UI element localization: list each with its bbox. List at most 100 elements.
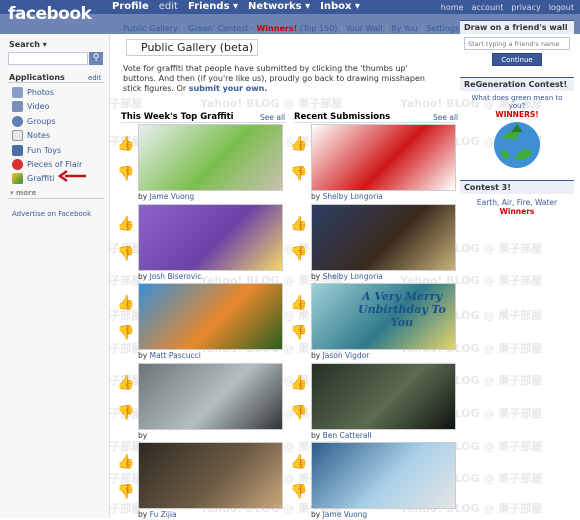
sidebar-item-fun-toys[interactable]: Fun Toys [12,145,61,156]
tab-settings[interactable]: Settings [426,24,459,33]
nav-profile[interactable]: Profile [112,1,149,12]
thumbs-down-icon[interactable]: 👎 [290,166,307,182]
graffiti-entry: 👍 👎 by Josh Biserovic [117,203,283,282]
applications-edit-link[interactable]: edit [88,74,101,82]
vote-buttons: 👍 👎 [290,375,310,435]
author-link[interactable]: Josh Biserovic [150,272,202,281]
recycle-globe-image[interactable] [492,120,542,170]
regen-winners[interactable]: WINNERS! [460,110,574,119]
thumbs-up-icon[interactable]: 👍 [117,216,134,232]
graffiti-image[interactable] [138,203,283,271]
graffiti-image[interactable] [311,124,456,191]
author-link[interactable]: Shelby Longoria [323,272,383,281]
top-see-all-link[interactable]: See all [260,113,285,122]
author-link[interactable]: Ben Catterall [323,431,372,440]
graffiti-entry: 👍 👎 by [117,362,283,441]
graffiti-image[interactable] [138,442,283,509]
author-line: by Jame Vuong [138,192,195,201]
thumbs-up-icon[interactable]: 👍 [290,454,307,470]
author-link[interactable]: Matt Pascucci [150,351,201,360]
thumbs-up-icon[interactable]: 👍 [290,216,307,232]
vote-buttons: 👍 👎 [290,454,310,514]
tab-by-you[interactable]: By You [391,24,418,33]
thumbs-up-icon[interactable]: 👍 [290,136,307,152]
tab-your-wall[interactable]: Your Wall [346,24,382,33]
advertise-link[interactable]: Advertise on Facebook [12,210,91,218]
thumbs-up-icon[interactable]: 👍 [117,375,134,391]
submit-own-link[interactable]: submit your own. [189,84,268,93]
recent-divider [294,122,456,123]
thumbs-down-icon[interactable]: 👎 [117,166,134,182]
thumbs-up-icon[interactable]: 👍 [117,136,134,152]
facebook-logo[interactable]: facebook [8,4,92,24]
search-label[interactable]: Search ▾ [9,40,47,49]
thumbs-down-icon[interactable]: 👎 [117,484,134,500]
author-link[interactable]: Jame Vuong [150,192,195,201]
graffiti-image[interactable] [311,442,456,509]
thumbs-up-icon[interactable]: 👍 [117,295,134,311]
thumbs-up-icon[interactable]: 👍 [290,375,307,391]
nav-networks[interactable]: Networks ▾ [248,1,310,12]
nav-inbox[interactable]: Inbox ▾ [320,1,360,12]
sidebar-item-photos[interactable]: Photos [12,87,54,98]
applications-heading: Applications [9,73,65,82]
nav-logout[interactable]: logout [549,3,574,12]
graffiti-entry: 👍 👎 by Fu Zijia [117,442,283,520]
nav-edit[interactable]: edit [159,1,178,12]
thumbs-down-icon[interactable]: 👎 [290,484,307,500]
author-link[interactable]: Jason Vigdor [323,351,370,360]
sidebar-item-graffiti[interactable]: Graffiti [12,173,54,184]
regen-question[interactable]: What does green mean to you? [460,91,574,110]
groups-icon [12,116,23,127]
author-link[interactable]: Shelby Longoria [323,192,383,201]
graffiti-tabs: Public Gallery | 'Green' Contest - Winners… [123,24,460,33]
author-line: by Josh Biserovic [138,271,202,281]
sidebar-item-notes[interactable]: Notes [12,130,50,141]
graffiti-entry: 👍 👎 by Jame Vuong [117,124,283,202]
intro-text: Vote for graffiti that people have submi… [123,64,425,93]
graffiti-image[interactable] [311,362,456,430]
thumbs-down-icon[interactable]: 👎 [290,405,307,421]
thumbs-up-icon[interactable]: 👍 [290,295,307,311]
thumbs-down-icon[interactable]: 👎 [290,246,307,262]
nav-account[interactable]: account [471,3,503,12]
search-input[interactable] [8,52,88,65]
vote-buttons: 👍 👎 [117,295,137,355]
contest3-text[interactable]: Earth, Air, Fire, Water [460,194,574,207]
thumbs-down-icon[interactable]: 👎 [117,405,134,421]
author-line: by Jason Vigdor [311,351,370,360]
vote-buttons: 👍 👎 [117,454,137,514]
nav-privacy[interactable]: privacy [511,3,540,12]
search-icon[interactable]: ⚲ [89,52,103,65]
friend-name-input[interactable]: Start typing a friend's name [464,37,570,50]
author-line: by Shelby Longoria [311,271,383,281]
thumbs-up-icon[interactable]: 👍 [117,454,134,470]
sidebar-item-groups[interactable]: Groups [12,116,56,127]
notes-icon [12,130,23,141]
thumbs-down-icon[interactable]: 👎 [117,246,134,262]
graffiti-art-text: A Very Merry Unbirthday To You [358,290,446,329]
graffiti-image[interactable]: A Very Merry Unbirthday To You [311,283,456,350]
graffiti-image[interactable] [138,362,283,430]
tab-green-contest[interactable]: 'Green' Contest - Winners! (Top 150) [186,24,337,33]
graffiti-entry: 👍 👎 by Jame Vuong [290,442,456,520]
continue-button[interactable]: Continue [492,53,542,66]
graffiti-image[interactable] [311,203,456,271]
fun-toys-icon [12,145,23,156]
draw-title: Draw on a friend's wall [460,21,574,34]
graffiti-image[interactable] [138,124,283,191]
thumbs-down-icon[interactable]: 👎 [117,325,134,341]
sidebar-more[interactable]: ▾ more [10,189,36,197]
graffiti-image[interactable] [138,283,283,350]
vote-buttons: 👍 👎 [117,375,137,435]
nav-home[interactable]: home [441,3,464,12]
nav-friends[interactable]: Friends ▾ [188,1,238,12]
thumbs-down-icon[interactable]: 👎 [290,325,307,341]
recent-see-all-link[interactable]: See all [433,113,458,122]
author-line: by Ben Catterall [311,430,372,440]
sidebar-item-video[interactable]: Video [12,101,49,112]
graffiti-icon [12,173,23,184]
tab-public-gallery[interactable]: Public Gallery [123,24,178,33]
contest3-winners[interactable]: Winners [460,207,574,216]
recent-submissions-heading: Recent Submissions [294,112,391,122]
